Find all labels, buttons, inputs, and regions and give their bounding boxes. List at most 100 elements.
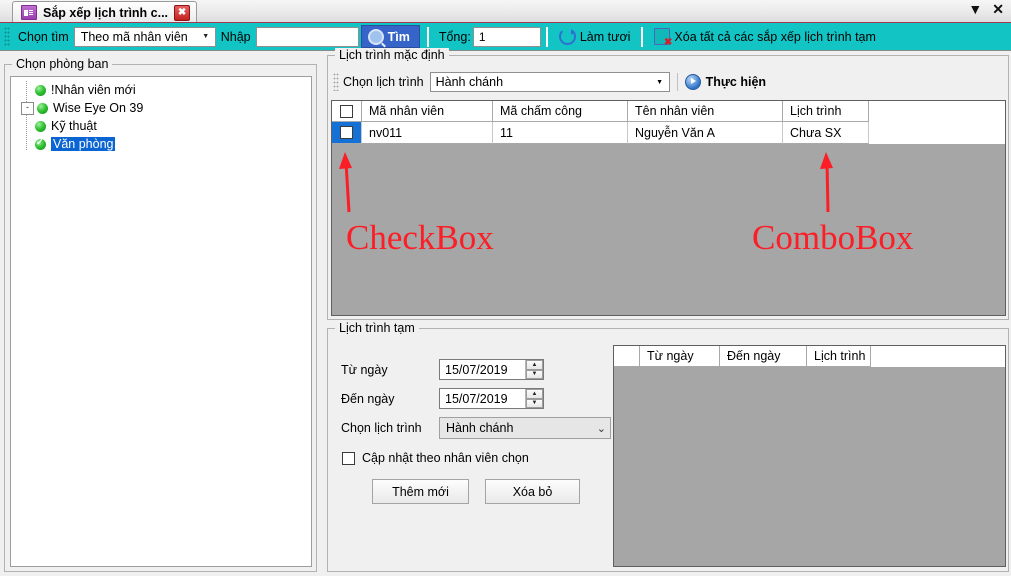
toolbar-separator <box>676 73 678 91</box>
temp-select-all-header-cell[interactable] <box>614 346 640 367</box>
update-by-selected-employee-row[interactable]: Cập nhật theo nhân viên chọn <box>342 451 529 465</box>
tree-item-ky-thuat[interactable]: Kỹ thuật <box>11 117 311 135</box>
to-date-input[interactable]: 15/07/2019 ▲ ▼ <box>439 388 544 409</box>
column-header-schedule[interactable]: Lịch trình <box>807 346 871 367</box>
column-header-employee-code[interactable]: Mã nhân viên <box>362 101 493 122</box>
tree-item-wise-eye[interactable]: - Wise Eye On 39 <box>11 99 311 117</box>
stepper-down-icon[interactable]: ▼ <box>526 398 543 408</box>
department-bullet-icon <box>37 102 48 114</box>
refresh-icon <box>558 28 576 45</box>
department-checked-bullet-icon <box>35 137 46 150</box>
update-by-selected-employee-checkbox[interactable] <box>342 451 355 465</box>
delete-all-button-label: Xóa tất cả các sắp xếp lịch trình tạm <box>674 29 876 44</box>
tree-item-label: Kỹ thuật <box>51 119 97 133</box>
add-new-button[interactable]: Thêm mới <box>372 479 469 504</box>
execute-button[interactable]: Thực hiện <box>684 74 766 90</box>
total-label: Tổng: <box>438 29 471 44</box>
window-close-icon[interactable]: ✕ <box>992 2 1004 16</box>
find-button[interactable]: Tìm <box>360 25 420 48</box>
from-date-stepper[interactable]: ▲ ▼ <box>525 360 543 379</box>
department-tree[interactable]: !Nhân viên mới - Wise Eye On 39 Kỹ thuật… <box>10 76 312 567</box>
search-input[interactable] <box>255 26 359 47</box>
main-toolbar: Chọn tìm Theo mã nhân viên ▼ Nhập Tìm Tổ… <box>0 22 1011 51</box>
tab-title: Sắp xếp lịch trình c... <box>43 5 169 20</box>
choose-schedule-value: Hành chánh <box>435 75 504 89</box>
toolbar-separator-2 <box>545 26 548 47</box>
chevron-down-icon: ⌄ <box>596 422 606 435</box>
select-all-checkbox[interactable] <box>340 104 353 118</box>
play-icon <box>684 74 701 90</box>
application-window: Sắp xếp lịch trình c... ✖ ▼ ✕ Chọn tìm T… <box>0 0 1011 576</box>
title-bar: Sắp xếp lịch trình c... ✖ ▼ ✕ <box>0 0 1011 23</box>
column-header-to-date[interactable]: Đến ngày <box>720 346 807 367</box>
department-bullet-icon <box>35 84 46 96</box>
to-date-stepper[interactable]: ▲ ▼ <box>525 389 543 408</box>
expander-minus-icon[interactable]: - <box>21 101 34 115</box>
window-purple-icon <box>21 5 37 20</box>
chevron-down-icon[interactable]: ▼ <box>968 2 982 16</box>
from-date-value: 15/07/2019 <box>445 362 508 377</box>
total-value-field[interactable]: 1 <box>472 26 541 47</box>
delete-button[interactable]: Xóa bỏ <box>485 479 580 504</box>
toolbar-separator <box>426 26 429 47</box>
row-checkbox[interactable] <box>340 126 353 139</box>
cell-employee-name[interactable]: Nguyễn Văn A <box>628 122 783 144</box>
close-icon[interactable]: ✖ <box>174 4 191 21</box>
to-date-row: Đến ngày 15/07/2019 ▲ ▼ <box>341 388 544 409</box>
delete-all-temp-schedules-button[interactable]: Xóa tất cả các sắp xếp lịch trình tạm <box>648 26 882 48</box>
cell-attendance-code[interactable]: 11 <box>493 122 628 144</box>
row-select-cell[interactable] <box>332 122 362 144</box>
choose-schedule-select[interactable]: Hành chánh ▼ <box>429 72 670 92</box>
column-header-attendance-code[interactable]: Mã chấm công <box>493 101 628 122</box>
checkbox-annotation-label: CheckBox <box>346 218 494 257</box>
from-date-input[interactable]: 15/07/2019 ▲ ▼ <box>439 359 544 380</box>
column-header-schedule[interactable]: Lịch trình <box>783 101 869 122</box>
combobox-annotation-arrow <box>820 152 833 213</box>
tree-item-label: Văn phòng <box>51 137 116 151</box>
stepper-down-icon[interactable]: ▼ <box>526 369 543 379</box>
refresh-button[interactable]: Làm tươi <box>553 26 637 48</box>
department-bullet-icon <box>35 120 46 132</box>
department-groupbox: Chọn phòng ban !Nhân viên mới - Wise Eye… <box>4 57 317 572</box>
combobox-annotation-label: ComboBox <box>752 218 914 257</box>
from-date-row: Từ ngày 15/07/2019 ▲ ▼ <box>341 359 544 380</box>
search-input-label: Nhập <box>220 29 251 44</box>
document-tab[interactable]: Sắp xếp lịch trình c... ✖ <box>12 1 198 23</box>
chevron-down-icon: ▼ <box>656 78 664 86</box>
cell-employee-code[interactable]: nv011 <box>362 122 493 144</box>
temp-schedule-title: Lịch trình tạm <box>335 321 419 335</box>
temp-schedule-groupbox: Lịch trình tạm Từ ngày 15/07/2019 ▲ ▼ Đế… <box>327 321 1009 572</box>
checkbox-annotation-arrow <box>339 152 352 213</box>
table-row[interactable]: nv011 11 Nguyễn Văn A Chưa SX <box>332 122 1005 144</box>
department-groupbox-title: Chọn phòng ban <box>12 57 113 71</box>
default-schedule-toolbar: Chọn lịch trình Hành chánh ▼ Thực hiện <box>330 70 1006 94</box>
tree-item-new-employee[interactable]: !Nhân viên mới <box>11 81 311 99</box>
column-header-from-date[interactable]: Từ ngày <box>640 346 720 367</box>
column-header-employee-name[interactable]: Tên nhân viên <box>628 101 783 122</box>
toolbar-grip-icon[interactable] <box>4 26 10 47</box>
refresh-button-label: Làm tươi <box>579 29 631 44</box>
toolbar-separator-3 <box>641 26 644 47</box>
select-all-header-cell[interactable] <box>332 101 362 122</box>
search-by-label: Chọn tìm <box>18 29 69 44</box>
to-date-value: 15/07/2019 <box>445 391 508 406</box>
window-controls: ▼ ✕ <box>968 2 1004 16</box>
search-icon <box>367 28 384 45</box>
panel-splitter[interactable] <box>318 55 323 576</box>
stepper-up-icon[interactable]: ▲ <box>526 360 543 370</box>
temp-choose-schedule-select[interactable]: Hành chánh ⌄ <box>439 417 611 439</box>
cell-schedule[interactable]: Chưa SX <box>783 122 869 144</box>
delete-document-icon <box>654 28 672 48</box>
employee-schedule-grid[interactable]: Mã nhân viên Mã chấm công Tên nhân viên … <box>331 100 1006 316</box>
toolbar-grip-icon[interactable] <box>333 73 339 91</box>
stepper-up-icon[interactable]: ▲ <box>526 389 543 399</box>
tree-item-label: Wise Eye On 39 <box>53 101 144 115</box>
tree-item-van-phong[interactable]: Văn phòng <box>11 135 311 153</box>
grid-header-row: Mã nhân viên Mã chấm công Tên nhân viên … <box>332 101 1005 122</box>
grid-header-row: Từ ngày Đến ngày Lịch trình <box>614 346 1005 367</box>
choose-schedule-label: Chọn lịch trình <box>343 75 424 89</box>
default-schedule-title: Lịch trình mặc định <box>335 48 449 62</box>
temp-schedule-grid[interactable]: Từ ngày Đến ngày Lịch trình <box>613 345 1006 567</box>
to-date-label: Đến ngày <box>341 391 395 406</box>
search-by-select[interactable]: Theo mã nhân viên ▼ <box>73 26 216 47</box>
